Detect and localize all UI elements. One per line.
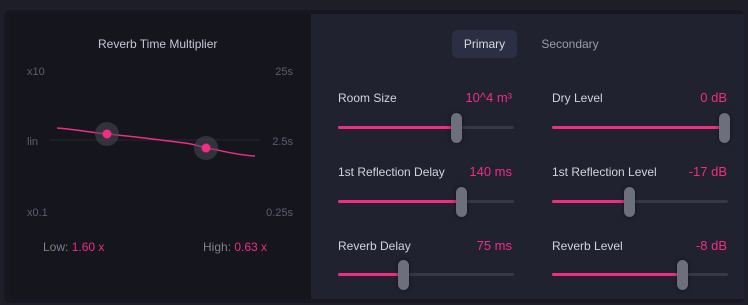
- room-size-slider-thumb[interactable]: [451, 113, 462, 143]
- room-size-label: Room Size: [338, 91, 397, 105]
- 1st-reflection-delay-slider[interactable]: [338, 187, 514, 217]
- high-label: High:: [203, 240, 232, 254]
- high-handle[interactable]: [201, 143, 211, 153]
- high-value: 0.63 x: [234, 240, 268, 254]
- tab-secondary[interactable]: Secondary: [532, 30, 608, 58]
- reverb-delay-slider-fill: [338, 273, 403, 276]
- reverb-level-slider[interactable]: [552, 260, 728, 290]
- 1st-reflection-delay-slider-thumb[interactable]: [456, 187, 467, 217]
- reverb-delay-label: Reverb Delay: [338, 239, 411, 253]
- multiplier-curve: [56, 127, 256, 157]
- reverb-time-multiplier-panel: Reverb Time Multiplier x10 lin x0.1 25s …: [10, 14, 311, 299]
- 1st-reflection-level-slider-thumb[interactable]: [624, 187, 635, 217]
- parameters-panel: [311, 14, 744, 299]
- low-value: 1.60 x: [71, 240, 105, 254]
- 1st-reflection-level-slider-fill: [552, 200, 629, 203]
- room-size-slider-fill: [338, 126, 456, 129]
- dry-level-label: Dry Level: [552, 91, 603, 105]
- dry-level-slider-thumb[interactable]: [719, 113, 730, 143]
- reverb-delay-slider[interactable]: [338, 260, 514, 290]
- 1st-reflection-level-value: -17 dB: [688, 164, 727, 179]
- 1st-reflection-delay-slider-fill: [338, 200, 461, 203]
- 1st-reflection-delay-value: 140 ms: [469, 164, 512, 179]
- reverb-level-slider-thumb[interactable]: [677, 260, 688, 290]
- reverb-level-slider-fill: [552, 273, 682, 276]
- low-readout: Low: 1.60 x: [43, 240, 104, 254]
- reverb-delay-slider-thumb[interactable]: [398, 260, 409, 290]
- dry-level-slider-fill: [552, 126, 728, 129]
- reverb-level-label: Reverb Level: [552, 239, 623, 253]
- dry-level-slider[interactable]: [552, 113, 730, 143]
- 1st-reflection-level-slider[interactable]: [552, 187, 728, 217]
- tab-primary[interactable]: Primary: [452, 30, 517, 58]
- reverb-delay-value: 75 ms: [476, 238, 512, 253]
- dry-level-value: 0 dB: [700, 90, 727, 105]
- 1st-reflection-level-label: 1st Reflection Level: [552, 165, 657, 179]
- high-readout: High: 0.63 x: [203, 240, 267, 254]
- room-size-value: 10^4 m³: [465, 90, 512, 105]
- multiplier-curve-graph[interactable]: [10, 14, 311, 299]
- reverb-level-value: -8 dB: [695, 238, 727, 253]
- low-label: Low:: [43, 240, 69, 254]
- 1st-reflection-delay-label: 1st Reflection Delay: [338, 165, 445, 179]
- room-size-slider[interactable]: [338, 113, 514, 143]
- low-handle[interactable]: [102, 129, 112, 139]
